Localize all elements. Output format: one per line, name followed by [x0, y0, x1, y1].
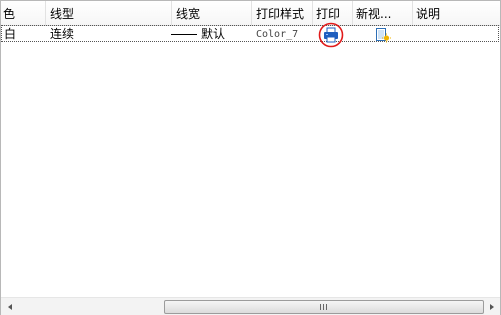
header-color[interactable]: 色	[3, 1, 23, 25]
new-viewport-freeze-icon[interactable]	[375, 27, 391, 43]
cell-new-vp-freeze[interactable]	[375, 27, 391, 43]
header-plot-style[interactable]: 打印样式	[256, 1, 311, 25]
column-header-bar: 色 线型 线宽 打印样式 打印 新视... 说明	[1, 1, 500, 26]
cell-linetype[interactable]: 连续	[50, 26, 74, 42]
cell-color[interactable]: 白	[4, 26, 16, 42]
header-divider[interactable]	[352, 1, 353, 25]
header-divider[interactable]	[312, 1, 313, 25]
header-new-vp-freeze[interactable]: 新视...	[356, 1, 411, 25]
header-divider[interactable]	[412, 1, 413, 25]
header-divider[interactable]	[45, 1, 46, 25]
arrow-right-icon	[489, 303, 494, 310]
header-description[interactable]: 说明	[416, 1, 476, 25]
horizontal-scrollbar[interactable]	[1, 297, 500, 315]
scroll-left-button[interactable]	[1, 298, 18, 315]
scrollbar-thumb[interactable]	[164, 300, 484, 314]
header-lineweight[interactable]: 线宽	[176, 1, 246, 25]
thumb-grip-icon	[320, 304, 328, 310]
cell-plot[interactable]	[318, 22, 344, 48]
lineweight-value: 默认	[201, 27, 226, 41]
scroll-right-button[interactable]	[483, 298, 500, 315]
printer-icon[interactable]	[318, 22, 344, 48]
header-linetype[interactable]: 线型	[50, 1, 160, 25]
layer-row[interactable]	[1, 25, 499, 42]
lineweight-sample-line	[171, 34, 197, 35]
cell-plot-style[interactable]: Color_7	[256, 26, 298, 42]
cell-lineweight[interactable]: 默认	[171, 26, 225, 42]
layer-grid: 色 线型 线宽 打印样式 打印 新视... 说明 白 连续 默认 Color_7	[0, 0, 501, 315]
arrow-left-icon	[7, 303, 12, 310]
header-divider[interactable]	[171, 1, 172, 25]
header-divider[interactable]	[251, 1, 252, 25]
